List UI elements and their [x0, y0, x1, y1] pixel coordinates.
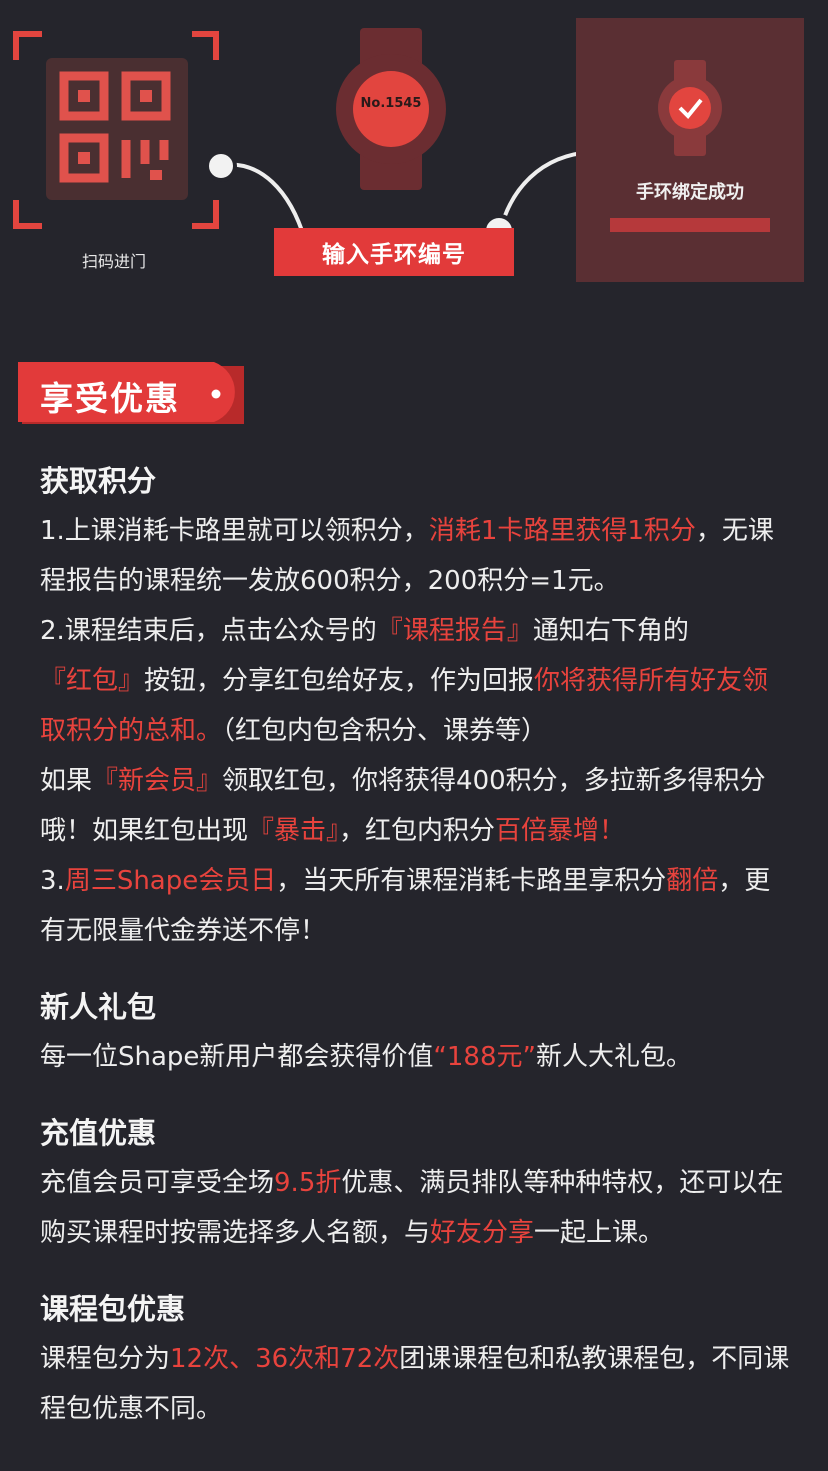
points-heading: 获取积分 [40, 464, 157, 498]
recharge-heading: 充值优惠 [40, 1116, 157, 1150]
bind-success-label: 手环绑定成功 [636, 182, 744, 203]
points-paragraph-1: 1.上课消耗卡路里就可以领积分，消耗1卡路里获得1积分，无课程报告的课程统一发放… [40, 516, 774, 596]
recharge-paragraph: 充值会员可享受全场9.5折优惠、满员排队等种种特权，还可以在购买课程时按需选择多… [40, 1168, 784, 1248]
bind-flow-illustration: 扫码进门 No.1545 输入手环编号 手环绑定成功 [0, 0, 828, 330]
points-paragraph-4: 3.周三Shape会员日，当天所有课程消耗卡路里享积分翻倍，更有无限量代金券送不… [40, 866, 771, 946]
newbie-heading: 新人礼包 [40, 990, 157, 1024]
scan-step-label: 扫码进门 [82, 252, 147, 271]
benefits-content: 获取积分 1.上课消耗卡路里就可以领积分，消耗1卡路里获得1积分，无课程报告的课… [40, 456, 792, 1434]
input-band-number-button[interactable]: 输入手环编号 [274, 228, 514, 276]
points-paragraph-2: 2.课程结束后，点击公众号的『课程报告』通知右下角的『红包』按钮，分享红包给好友… [40, 616, 769, 746]
flow-graphic [13, 18, 804, 282]
newbie-paragraph: 每一位Shape新用户都会获得价值“188元”新人大礼包。 [40, 1042, 693, 1072]
watch-number: No.1545 [360, 96, 422, 111]
package-heading: 课程包优惠 [40, 1292, 186, 1326]
package-paragraph: 课程包分为12次、36次和72次团课课程包和私教课程包，不同课程包优惠不同。 [40, 1344, 790, 1424]
points-paragraph-3: 如果『新会员』领取红包，你将获得400积分，多拉新多得积分哦！如果红包出现『暴击… [40, 766, 766, 846]
section-title: 享受优惠 [40, 379, 180, 418]
